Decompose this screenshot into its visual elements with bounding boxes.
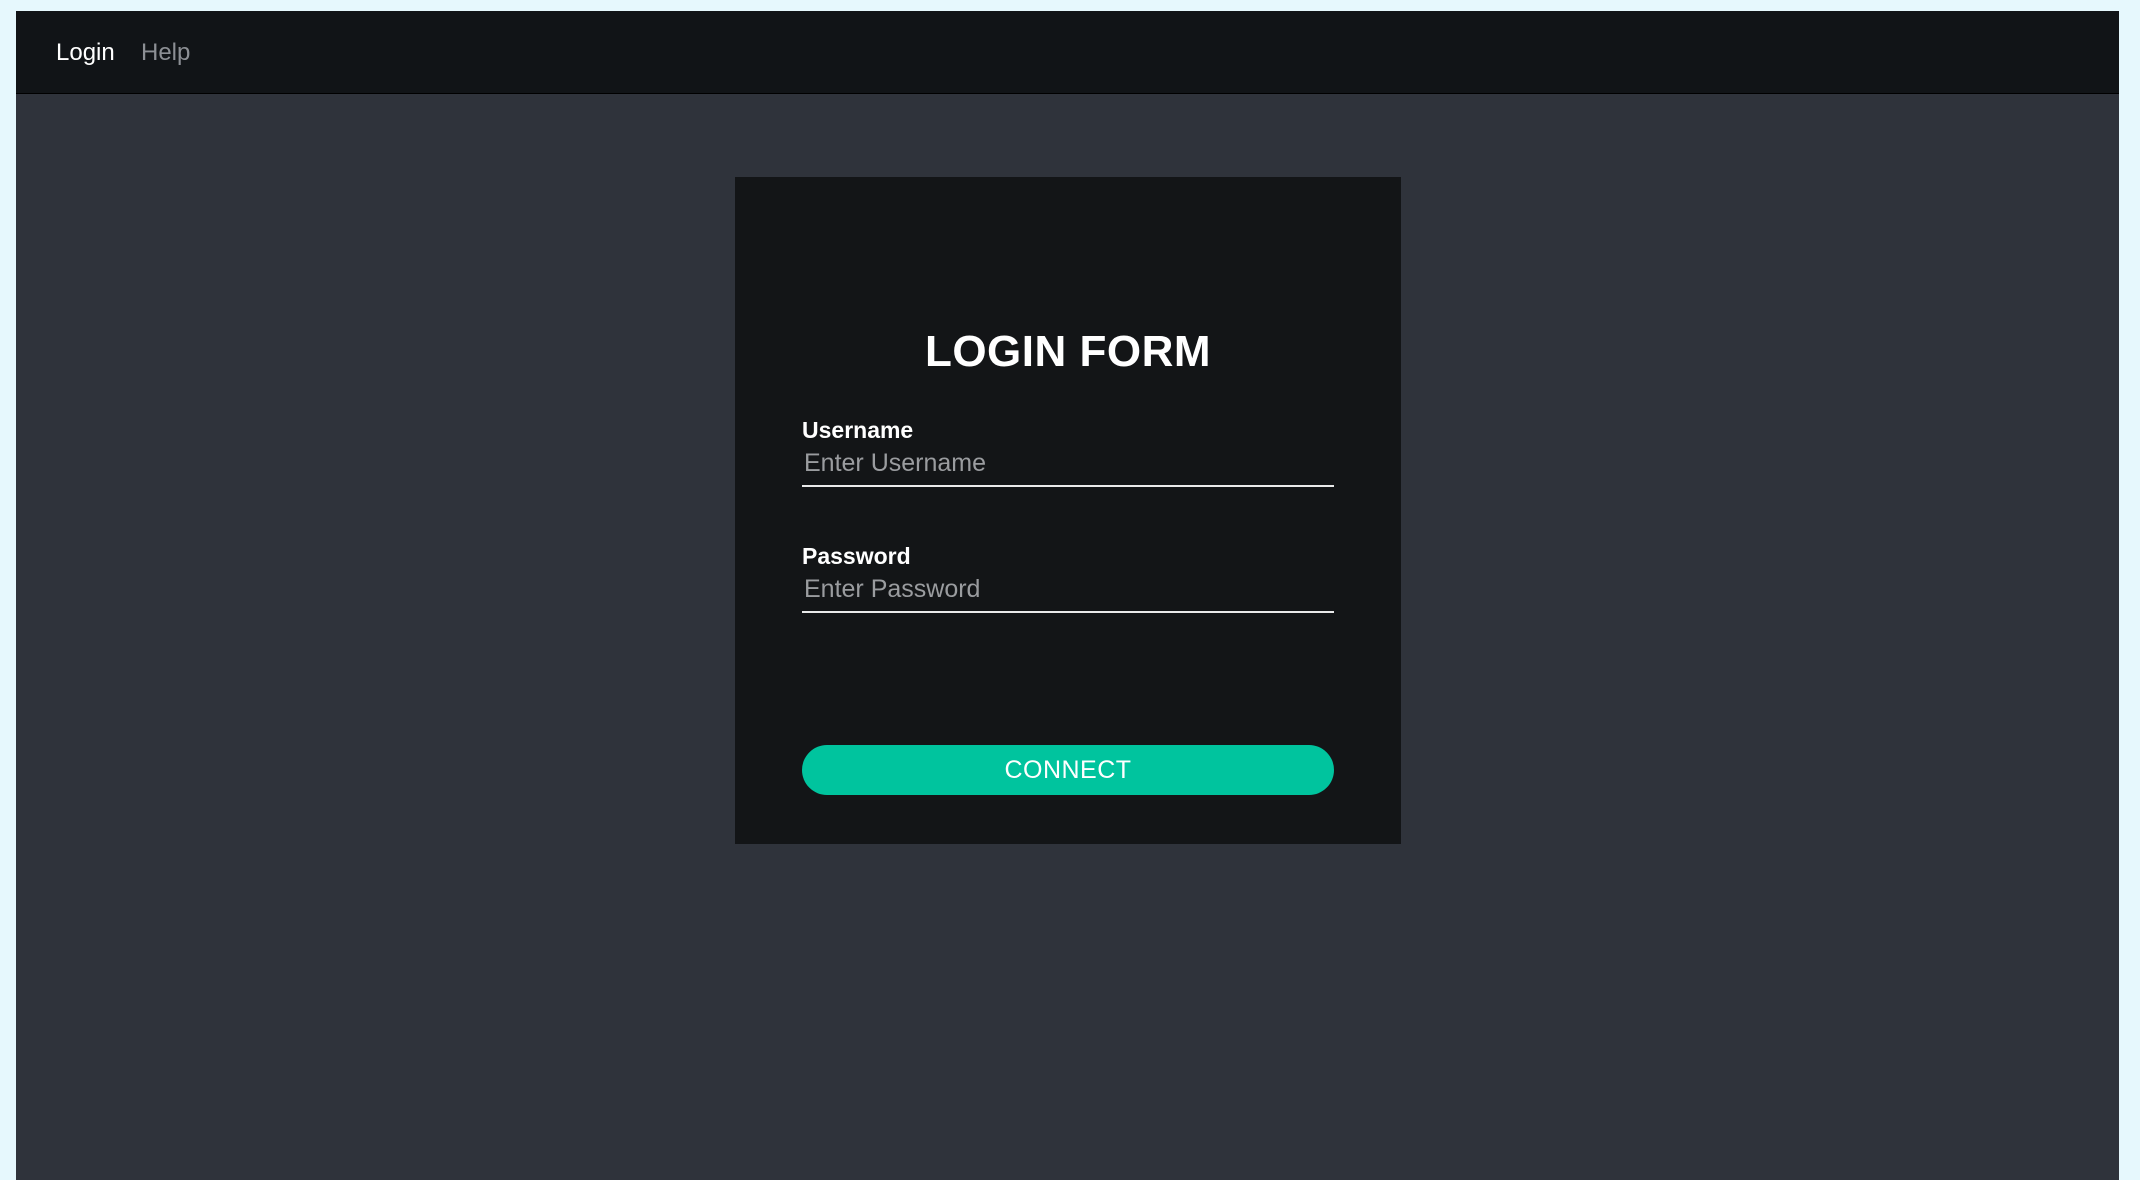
password-input[interactable]	[802, 567, 1334, 613]
top-navbar: Login Help	[16, 11, 2119, 94]
app-window: Login Help LOGIN FORM Username Password …	[16, 11, 2119, 1180]
nav-item-login[interactable]: Login	[56, 39, 115, 67]
password-label: Password	[802, 543, 911, 569]
login-form: LOGIN FORM Username Password CONNECT	[735, 177, 1401, 844]
nav-item-help[interactable]: Help	[141, 39, 190, 67]
connect-button[interactable]: CONNECT	[802, 745, 1334, 795]
form-title: LOGIN FORM	[924, 327, 1212, 376]
username-label: Username	[802, 417, 914, 443]
username-input[interactable]	[802, 441, 1334, 487]
